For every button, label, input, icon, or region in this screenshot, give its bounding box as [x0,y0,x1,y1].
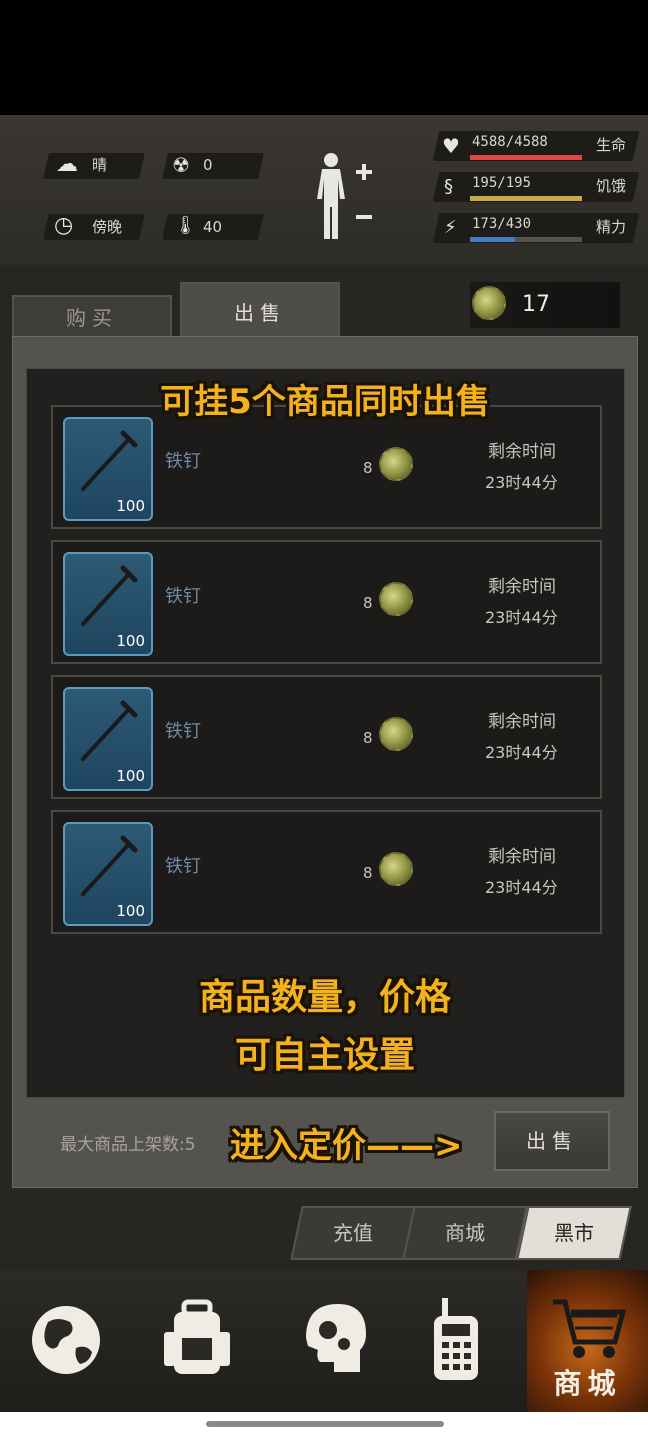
cloud-sun-icon: ☁ [56,152,78,177]
list-item[interactable]: 100 铁钉 8 剩余时间 23时44分 [51,405,602,529]
item-quantity: 100 [116,767,145,785]
remaining-time-value: 23时44分 [485,473,558,492]
currency-amount: 17 [522,292,550,317]
nav-radio[interactable] [396,1270,525,1412]
temperature-value: 40 [203,218,223,236]
item-name: 铁钉 [165,856,201,877]
hunger-label: 饥饿 [596,177,627,195]
bottle-cap-coin-icon [472,286,506,320]
item-price: 8 [363,864,373,882]
energy-value: 173/430 [472,216,532,232]
item-slot[interactable]: 100 [63,552,153,656]
remaining-time-label: 剩余时间 [488,712,556,732]
item-price: 8 [363,594,373,612]
remaining-time-value: 23时44分 [485,608,558,627]
bottle-cap-coin-icon [379,582,413,616]
remaining-time-label: 剩余时间 [488,847,556,867]
remaining-time-value: 23时44分 [485,878,558,897]
bottle-cap-coin-icon [379,717,413,751]
status-hud: ☁ 晴 ☢ 0 ◷ 傍晚 🌡︎ 40 ♥ 4588/4588 生命 § 195/… [0,115,648,265]
clock-icon: ◷ [54,213,74,238]
energy-icon: ⚡ [444,217,457,238]
radio-icon [434,1298,478,1380]
item-name: 铁钉 [165,721,201,742]
health-bar [470,155,582,160]
list-item[interactable]: 100 铁钉 8 剩余时间 23时44分 [51,675,602,799]
health-value: 4588/4588 [472,134,548,150]
hunger-bar [470,196,582,201]
body-status-icon[interactable] [312,151,378,243]
item-quantity: 100 [116,497,145,515]
remaining-time-label: 剩余时间 [488,577,556,597]
remaining-time-value: 23时44分 [485,743,558,762]
max-listing-count: 最大商品上架数:5 [60,1135,196,1155]
radiation-icon: ☢ [172,153,190,177]
list-item[interactable]: 100 铁钉 8 剩余时间 23时44分 [51,540,602,664]
item-price: 8 [363,459,373,477]
energy-label: 精力 [596,218,627,236]
item-quantity: 100 [116,632,145,650]
annotation-mid-line1: 商品数量，价格 [198,977,451,1018]
item-name: 铁钉 [165,451,201,472]
nav-backpack[interactable] [132,1270,261,1412]
bottle-cap-coin-icon [379,852,413,886]
cart-icon [553,1299,627,1358]
backpack-icon [164,1299,230,1374]
time-of-day-value: 傍晚 [92,218,123,236]
item-quantity: 100 [116,902,145,920]
home-indicator[interactable] [206,1421,444,1427]
annotation-mid-line2: 可自主设置 [234,1035,415,1076]
health-label: 生命 [596,136,627,154]
globe-icon [32,1306,100,1374]
nav-shop[interactable]: 商城 [527,1270,648,1412]
tab-sell[interactable]: 出售 [180,282,340,338]
item-slot[interactable]: 100 [63,687,153,791]
item-name: 铁钉 [165,586,201,607]
item-price: 8 [363,729,373,747]
thermometer-icon: 🌡︎ [174,215,197,236]
item-slot[interactable]: 100 [63,417,153,521]
weather-value: 晴 [92,156,108,174]
nav-shop-label: 商城 [553,1367,622,1400]
tab-recharge[interactable]: 充值 [290,1206,416,1260]
annotation-arrow: 进入定价——> [230,1126,463,1166]
remaining-time-label: 剩余时间 [488,442,556,462]
currency-display: 17 [470,282,620,328]
radiation-value: 0 [203,156,213,174]
head-gear-icon [306,1304,366,1372]
annotation-top: 可挂5个商品同时出售 [160,382,490,422]
bottle-cap-coin-icon [379,447,413,481]
tab-buy[interactable]: 购买 [12,295,172,339]
tab-mall[interactable]: 商城 [402,1206,528,1260]
heart-icon: ♥ [442,134,460,158]
bottom-navigation: 商城 [0,1270,648,1412]
nav-map[interactable] [0,1270,129,1412]
hunger-value: 195/195 [472,175,532,191]
tab-black-market[interactable]: 黑市 [516,1206,632,1260]
list-item[interactable]: 100 铁钉 8 剩余时间 23时44分 [51,810,602,934]
energy-bar [470,237,515,242]
item-slot[interactable]: 100 [63,822,153,926]
nav-skills[interactable] [264,1270,393,1412]
stomach-icon: § [444,176,453,197]
